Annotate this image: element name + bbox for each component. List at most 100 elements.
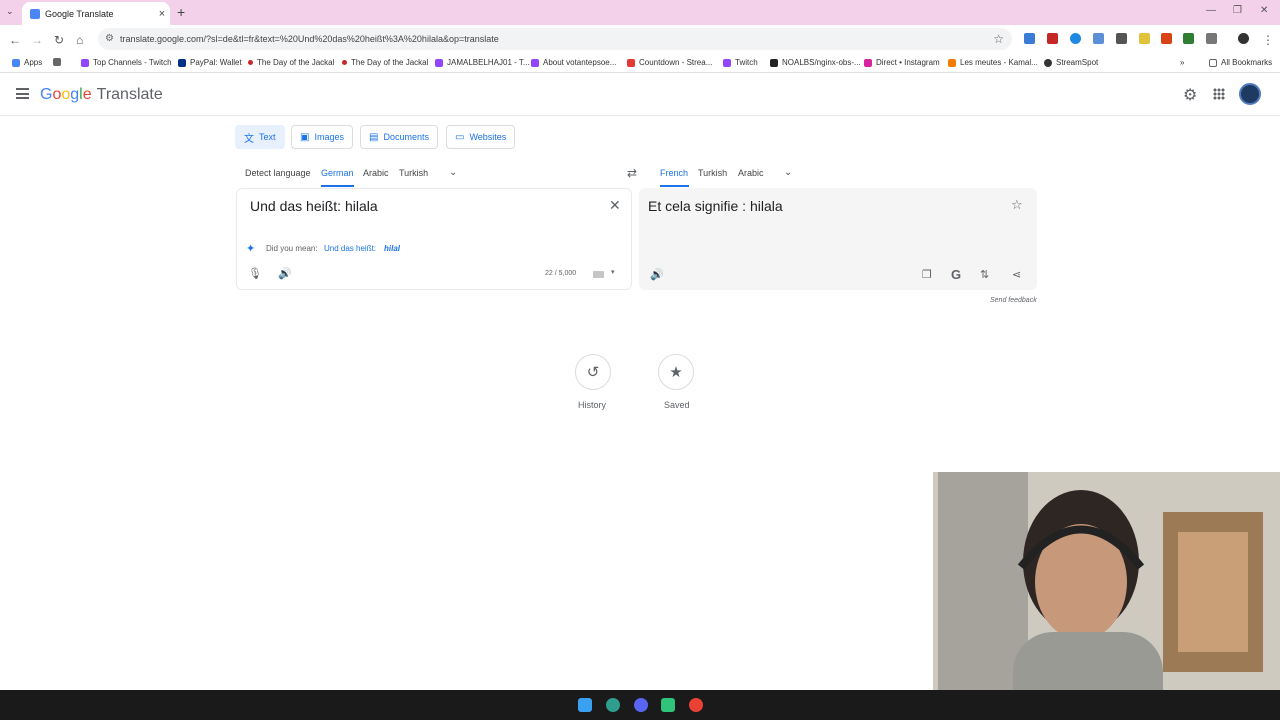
logo-translate: Translate xyxy=(96,86,163,103)
countdown-icon xyxy=(627,58,635,67)
source-lang-more-chevron-icon[interactable]: ⌄ xyxy=(449,167,457,178)
microphone-icon[interactable]: 🎙 xyxy=(248,267,262,280)
instagram-icon xyxy=(864,58,872,67)
extension-icon[interactable] xyxy=(1183,33,1194,44)
close-tab-icon[interactable]: × xyxy=(154,8,170,20)
bookmark-item[interactable]: Direct • Instagram xyxy=(864,58,940,67)
new-tab-icon[interactable]: + xyxy=(177,4,185,20)
extension-icon[interactable] xyxy=(1116,33,1127,44)
menu-icon[interactable] xyxy=(16,88,29,99)
bookmark-item[interactable]: Countdown - Strea... xyxy=(627,58,712,67)
tab-title: Google Translate xyxy=(45,8,114,19)
target-lang-french[interactable]: French xyxy=(660,168,688,178)
target-lang-underline xyxy=(660,185,689,187)
maximize-icon[interactable]: ❐ xyxy=(1233,5,1242,16)
google-translate-logo[interactable]: Google Translate xyxy=(40,86,163,104)
bookmark-item[interactable]: About votantepsoe... xyxy=(531,58,616,67)
address-bar[interactable]: ⚙ translate.google.com/?sl=de&tl=fr&text… xyxy=(98,28,1012,50)
target-lang-arabic[interactable]: Arabic xyxy=(738,168,764,178)
bookmark-item[interactable]: StreamSpot xyxy=(1044,58,1098,67)
bookmark-item[interactable]: The Day of the Jackal xyxy=(248,58,334,67)
bookmark-item[interactable]: The Day of the Jackal xyxy=(342,58,428,67)
rate-translation-icon[interactable]: ⇅ xyxy=(980,268,989,281)
source-text-input[interactable]: Und das heißt: hilala xyxy=(250,198,378,214)
bookmark-item[interactable]: JAMALBELHAJ01 - T... xyxy=(435,58,530,67)
extension-icon[interactable] xyxy=(1093,33,1104,44)
forward-icon[interactable]: → xyxy=(31,33,43,47)
discord-icon[interactable] xyxy=(634,698,648,712)
webcam-overlay xyxy=(933,472,1280,720)
mode-images-button[interactable]: ▣ Images xyxy=(291,125,353,149)
bookmark-star-icon[interactable]: ☆ xyxy=(993,32,1004,46)
listen-translation-icon[interactable]: 🔊 xyxy=(650,268,664,281)
webcam-feed xyxy=(933,472,1280,720)
google-apps-icon[interactable] xyxy=(1213,88,1225,100)
bookmark-grid[interactable] xyxy=(53,58,65,66)
twitch-icon xyxy=(81,58,89,67)
apps-grid-icon xyxy=(12,58,20,67)
profile-icon[interactable] xyxy=(1238,33,1249,44)
share-icon[interactable]: ⋖ xyxy=(1012,268,1021,281)
listen-source-icon[interactable]: 🔊 xyxy=(278,267,292,280)
swap-languages-icon[interactable]: ⇄ xyxy=(627,166,637,180)
bookmark-apps[interactable]: Apps xyxy=(12,58,42,67)
keyboard-chevron-icon[interactable]: ▾ xyxy=(611,268,615,276)
save-translation-star-icon[interactable]: ☆ xyxy=(1011,197,1023,213)
translate-icon: 文 xyxy=(244,133,254,145)
edge-icon[interactable] xyxy=(606,698,620,712)
history-icon: ↺ xyxy=(586,364,600,381)
tab-search-icon[interactable]: ⌄ xyxy=(6,6,14,17)
chrome-icon[interactable] xyxy=(689,698,703,712)
bookmark-item[interactable]: Twitch xyxy=(723,58,758,67)
app-icon[interactable] xyxy=(661,698,675,712)
folder-icon xyxy=(1209,58,1217,67)
source-lang-german[interactable]: German xyxy=(321,168,354,178)
google-search-icon[interactable]: G xyxy=(951,267,961,282)
bookmark-item[interactable]: NOALBS/nginx-obs-... xyxy=(770,58,861,67)
target-lang-turkish[interactable]: Turkish xyxy=(698,168,727,178)
extension-icon[interactable] xyxy=(1047,33,1058,44)
source-lang-turkish[interactable]: Turkish xyxy=(399,168,428,178)
mode-websites-button[interactable]: ▭ Websites xyxy=(446,125,516,149)
reload-icon[interactable]: ↻ xyxy=(54,33,64,47)
back-icon[interactable]: ← xyxy=(9,33,21,47)
mode-text-button[interactable]: 文 Text xyxy=(235,125,285,149)
windows-start-icon[interactable] xyxy=(578,698,592,712)
did-you-mean-correction[interactable]: hilal xyxy=(384,244,400,253)
account-avatar[interactable] xyxy=(1239,83,1261,105)
bookmark-item[interactable]: Les meutes - Kamal... xyxy=(948,58,1038,67)
clear-text-icon[interactable]: ✕ xyxy=(609,197,621,214)
saved-button[interactable]: ★ xyxy=(658,354,694,390)
image-icon: ▣ xyxy=(300,131,310,143)
all-bookmarks[interactable]: All Bookmarks xyxy=(1209,58,1272,67)
send-feedback-link[interactable]: Send feedback xyxy=(990,297,1037,304)
source-lang-detect[interactable]: Detect language xyxy=(245,168,311,178)
extensions-puzzle-icon[interactable] xyxy=(1206,33,1217,44)
target-lang-more-chevron-icon[interactable]: ⌄ xyxy=(784,167,792,178)
minimize-icon[interactable]: — xyxy=(1206,5,1216,16)
site-info-icon[interactable]: ⚙ xyxy=(105,33,114,44)
mode-documents-button[interactable]: ▤ Documents xyxy=(360,125,438,149)
extension-icon[interactable] xyxy=(1139,33,1150,44)
url-text: translate.google.com/?sl=de&tl=fr&text=%… xyxy=(120,34,499,44)
bookmark-item[interactable]: PayPal: Wallet xyxy=(178,58,242,67)
bookmark-item[interactable]: Top Channels - Twitch xyxy=(81,58,172,67)
history-button[interactable]: ↺ xyxy=(575,354,611,390)
extension-icon[interactable] xyxy=(1070,33,1081,44)
home-icon[interactable]: ⌂ xyxy=(76,33,83,47)
document-icon: ▤ xyxy=(369,131,379,143)
source-lang-arabic[interactable]: Arabic xyxy=(363,168,389,178)
bookmark-site-icon xyxy=(948,58,956,67)
browser-tab[interactable]: Google Translate × xyxy=(22,2,170,25)
settings-gear-icon[interactable]: ⚙ xyxy=(1183,85,1197,105)
close-window-icon[interactable]: ✕ xyxy=(1260,5,1268,16)
extension-icon[interactable] xyxy=(1161,33,1172,44)
keyboard-icon[interactable] xyxy=(593,271,604,278)
browser-tab-strip: ⌄ Google Translate × + — ❐ ✕ xyxy=(0,0,1280,25)
bookmarks-overflow-icon[interactable]: » xyxy=(1180,58,1184,67)
copy-icon[interactable]: ❐ xyxy=(922,268,932,281)
browser-toolbar: ← → ↻ ⌂ ⚙ translate.google.com/?sl=de&tl… xyxy=(0,25,1280,53)
extension-icon[interactable] xyxy=(1024,33,1035,44)
did-you-mean-suggestion[interactable]: Und das heißt: xyxy=(324,244,376,253)
browser-menu-icon[interactable]: ⋮ xyxy=(1262,33,1274,47)
